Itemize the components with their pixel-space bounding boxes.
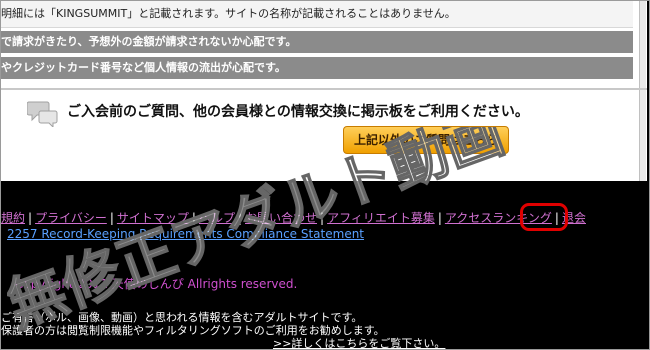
browser-frame: 明細には「KINGSUMMIT」と記載されます。サイトの名称が記載されることはあ… xyxy=(0,0,650,350)
billing-note: 明細には「KINGSUMMIT」と記載されます。サイトの名称が記載されることはあ… xyxy=(1,1,633,28)
info-panel: 明細には「KINGSUMMIT」と記載されます。サイトの名称が記載されることはあ… xyxy=(1,1,647,181)
record-keeping-link[interactable]: 2257 Record-Keeping Requirements Complia… xyxy=(7,227,364,241)
bbs-prompt: ご入会前のご質問、他の会員様との情報交換に掲示板をご利用ください。 xyxy=(67,104,529,120)
copyright: Copyright 2011 天使のしんぴ Allrights reserved… xyxy=(15,277,298,291)
unsubscribe-highlight xyxy=(520,203,568,231)
other-questions-button[interactable]: 上記以外のご質問はこちら xyxy=(343,126,509,154)
panel-scrollbar[interactable] xyxy=(639,1,646,181)
speech-bubble-icon xyxy=(27,101,58,127)
nav-privacy[interactable]: プライバシー xyxy=(35,211,107,225)
divider xyxy=(1,88,647,90)
nav-terms[interactable]: 規約 xyxy=(1,211,25,225)
details-link[interactable]: >>詳しくはこちらをご覧下さい。 xyxy=(273,335,445,349)
nav-help[interactable]: ヘルプ xyxy=(199,211,235,225)
nav-sitemap[interactable]: サイトマップ xyxy=(117,211,189,225)
warning-bar-billing: で請求がきたり、予想外の金額が請求されないか心配です。 xyxy=(1,31,633,53)
nav-affiliate[interactable]: アフィリエイト募集 xyxy=(327,211,435,225)
warning-bar-privacy: やクレジットカード番号など個人情報の流出が心配です。 xyxy=(1,57,633,79)
nav-contact[interactable]: お問い合わせ xyxy=(245,211,317,225)
